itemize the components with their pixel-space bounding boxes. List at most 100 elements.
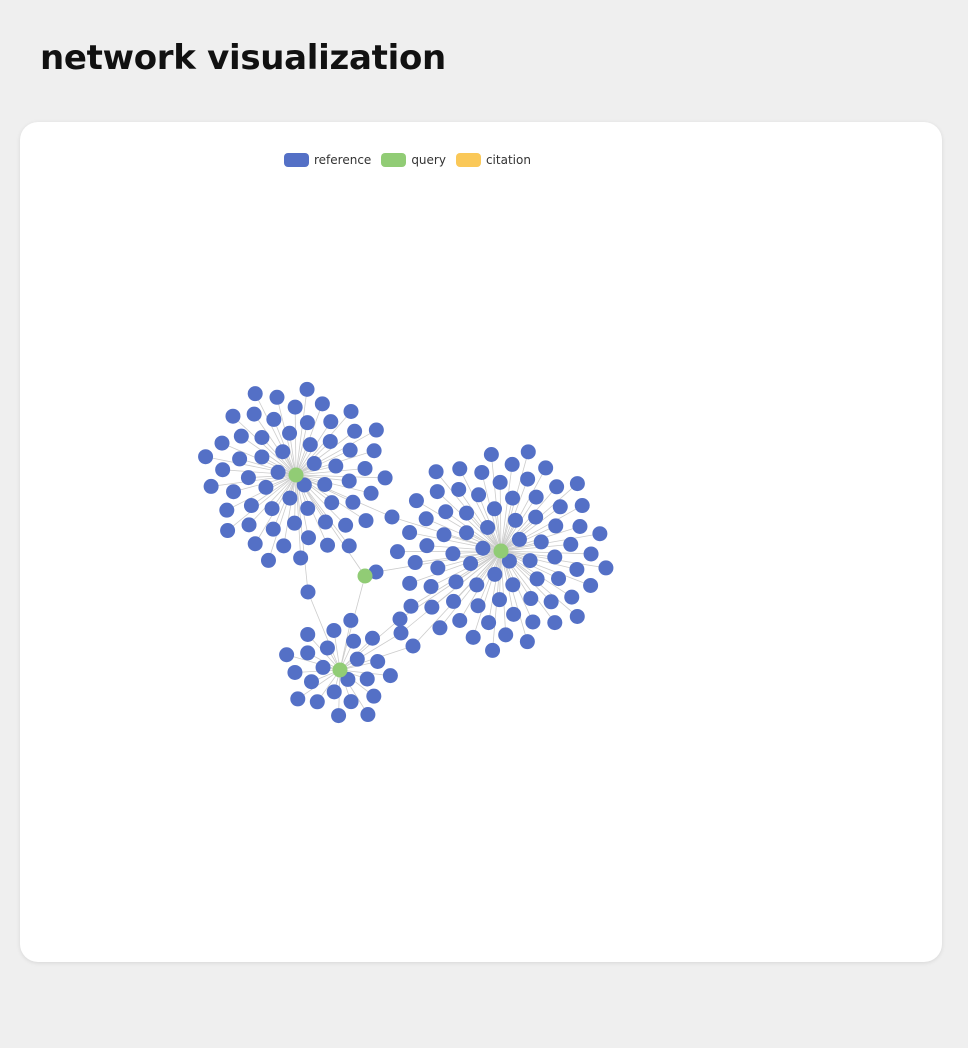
reference-node[interactable] bbox=[315, 659, 331, 675]
reference-node[interactable] bbox=[300, 645, 316, 661]
reference-node[interactable] bbox=[408, 493, 424, 509]
reference-node[interactable] bbox=[364, 630, 380, 646]
reference-node[interactable] bbox=[583, 577, 599, 593]
reference-node[interactable] bbox=[592, 526, 608, 542]
reference-node[interactable] bbox=[405, 638, 421, 654]
reference-node[interactable] bbox=[357, 460, 373, 476]
reference-node[interactable] bbox=[269, 389, 285, 405]
reference-node[interactable] bbox=[525, 614, 541, 630]
reference-node[interactable] bbox=[232, 451, 248, 467]
reference-node[interactable] bbox=[548, 518, 564, 534]
reference-node[interactable] bbox=[243, 498, 259, 514]
reference-node[interactable] bbox=[300, 500, 316, 516]
reference-node[interactable] bbox=[233, 428, 249, 444]
reference-node[interactable] bbox=[254, 429, 270, 445]
reference-node[interactable] bbox=[306, 456, 322, 472]
reference-node[interactable] bbox=[430, 560, 446, 576]
reference-node[interactable] bbox=[270, 464, 286, 480]
reference-node[interactable] bbox=[511, 531, 527, 547]
reference-node[interactable] bbox=[470, 598, 486, 614]
reference-node[interactable] bbox=[300, 626, 316, 642]
reference-node[interactable] bbox=[246, 406, 262, 422]
reference-node[interactable] bbox=[528, 509, 544, 525]
reference-node[interactable] bbox=[487, 566, 503, 582]
reference-node[interactable] bbox=[341, 538, 357, 554]
reference-node[interactable] bbox=[428, 464, 444, 480]
reference-node[interactable] bbox=[293, 550, 309, 566]
reference-node[interactable] bbox=[563, 536, 579, 552]
reference-node[interactable] bbox=[486, 501, 502, 517]
reference-node[interactable] bbox=[282, 490, 298, 506]
reference-node[interactable] bbox=[341, 473, 357, 489]
reference-node[interactable] bbox=[551, 571, 567, 587]
reference-node[interactable] bbox=[498, 627, 514, 643]
reference-node[interactable] bbox=[240, 470, 256, 486]
reference-node[interactable] bbox=[452, 461, 468, 477]
reference-node[interactable] bbox=[299, 381, 315, 397]
reference-node[interactable] bbox=[574, 498, 590, 514]
reference-node[interactable] bbox=[225, 408, 241, 424]
reference-node[interactable] bbox=[459, 505, 475, 521]
reference-node[interactable] bbox=[481, 615, 497, 631]
reference-node[interactable] bbox=[469, 577, 485, 593]
reference-node[interactable] bbox=[260, 552, 276, 568]
reference-node[interactable] bbox=[366, 688, 382, 704]
reference-node[interactable] bbox=[543, 594, 559, 610]
reference-node[interactable] bbox=[290, 691, 306, 707]
reference-node[interactable] bbox=[323, 414, 339, 430]
reference-node[interactable] bbox=[445, 546, 461, 562]
reference-node[interactable] bbox=[520, 471, 536, 487]
reference-node[interactable] bbox=[360, 707, 376, 723]
reference-node[interactable] bbox=[529, 571, 545, 587]
reference-node[interactable] bbox=[507, 512, 523, 528]
reference-node[interactable] bbox=[407, 555, 423, 571]
reference-node[interactable] bbox=[485, 642, 501, 658]
reference-node[interactable] bbox=[505, 577, 521, 593]
reference-node[interactable] bbox=[343, 403, 359, 419]
reference-node[interactable] bbox=[569, 608, 585, 624]
reference-node[interactable] bbox=[287, 515, 303, 531]
reference-node[interactable] bbox=[475, 540, 491, 556]
reference-node[interactable] bbox=[343, 612, 359, 628]
reference-node[interactable] bbox=[254, 449, 270, 465]
reference-node[interactable] bbox=[402, 525, 418, 541]
reference-node[interactable] bbox=[583, 546, 599, 562]
reference-node[interactable] bbox=[319, 640, 335, 656]
reference-node[interactable] bbox=[549, 479, 565, 495]
reference-node[interactable] bbox=[483, 446, 499, 462]
reference-node[interactable] bbox=[264, 501, 280, 517]
reference-node[interactable] bbox=[547, 549, 563, 565]
reference-node[interactable] bbox=[338, 517, 354, 533]
reference-node[interactable] bbox=[326, 622, 342, 638]
reference-node[interactable] bbox=[569, 561, 585, 577]
reference-node[interactable] bbox=[523, 591, 539, 607]
reference-node[interactable] bbox=[300, 584, 316, 600]
reference-node[interactable] bbox=[215, 462, 231, 478]
reference-node[interactable] bbox=[366, 443, 382, 459]
reference-node[interactable] bbox=[598, 560, 614, 576]
reference-node[interactable] bbox=[463, 556, 479, 572]
reference-node[interactable] bbox=[287, 664, 303, 680]
reference-node[interactable] bbox=[384, 509, 400, 525]
reference-node[interactable] bbox=[214, 435, 230, 451]
reference-node[interactable] bbox=[226, 484, 242, 500]
reference-node[interactable] bbox=[552, 499, 568, 515]
reference-node[interactable] bbox=[220, 523, 236, 539]
reference-node[interactable] bbox=[363, 485, 379, 501]
reference-node[interactable] bbox=[451, 481, 467, 497]
reference-node[interactable] bbox=[505, 490, 521, 506]
reference-node[interactable] bbox=[345, 494, 361, 510]
reference-node[interactable] bbox=[504, 456, 520, 472]
query-node[interactable] bbox=[288, 467, 304, 483]
reference-node[interactable] bbox=[317, 476, 333, 492]
reference-node[interactable] bbox=[266, 411, 282, 427]
reference-node[interactable] bbox=[424, 599, 440, 615]
reference-node[interactable] bbox=[198, 449, 214, 465]
reference-node[interactable] bbox=[299, 415, 315, 431]
reference-node[interactable] bbox=[203, 478, 219, 494]
reference-node[interactable] bbox=[219, 502, 235, 518]
reference-node[interactable] bbox=[491, 592, 507, 608]
reference-node[interactable] bbox=[564, 589, 580, 605]
reference-node[interactable] bbox=[343, 694, 359, 710]
reference-node[interactable] bbox=[279, 647, 295, 663]
